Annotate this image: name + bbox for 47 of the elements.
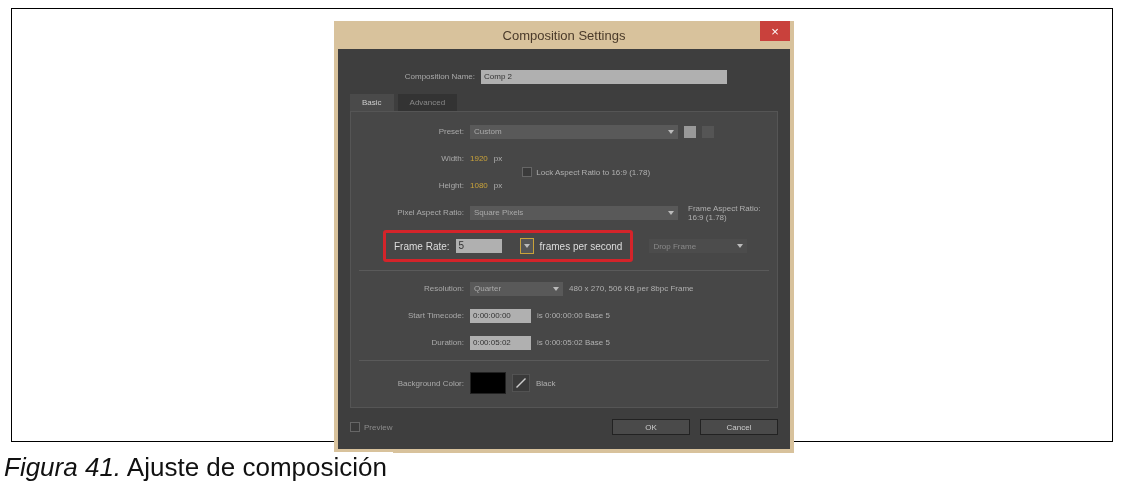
start-timecode-field[interactable]: 0:00:00:00 bbox=[470, 308, 531, 323]
frame-aspect-value: 16:9 (1.78) bbox=[688, 212, 727, 222]
checkbox-label: Lock Aspect Ratio to 16:9 (1.78) bbox=[536, 167, 651, 177]
caret-icon bbox=[553, 286, 559, 291]
window-title: Composition Settings bbox=[502, 27, 626, 43]
unit-label: px bbox=[493, 154, 503, 163]
color-swatch[interactable] bbox=[470, 372, 506, 394]
height-value[interactable]: 1080 bbox=[470, 181, 488, 190]
field-label: Composition Name: bbox=[403, 72, 475, 81]
resolution-info: 480 x 270, 506 KB per 8bpc Frame bbox=[569, 284, 694, 293]
frame-rate-field[interactable]: 5 bbox=[455, 239, 502, 253]
field-label: Resolution: bbox=[422, 284, 464, 293]
resolution-dropdown[interactable]: Quarter bbox=[470, 281, 563, 296]
close-button[interactable]: × bbox=[760, 21, 790, 41]
field-label: Pixel Aspect Ratio: bbox=[396, 208, 464, 217]
caret-icon bbox=[668, 129, 674, 134]
width-value[interactable]: 1920 bbox=[470, 154, 488, 163]
duration-info: is 0:00:05:02 Base 5 bbox=[537, 338, 610, 347]
dialog-button[interactable]: OK bbox=[612, 419, 690, 435]
caret-icon bbox=[523, 244, 530, 248]
frame-aspect-label: Frame Aspect Ratio: bbox=[688, 203, 761, 213]
name-field[interactable]: Comp 2 bbox=[481, 69, 727, 84]
unit-label: frames per second bbox=[539, 240, 623, 252]
duration-field[interactable]: 0:00:05:02 bbox=[470, 335, 531, 350]
eyedropper-icon[interactable] bbox=[512, 374, 530, 392]
unit-label: px bbox=[493, 181, 503, 190]
field-label: Width: bbox=[440, 154, 464, 163]
caret-icon bbox=[737, 244, 744, 248]
preset-dropdown[interactable]: Custom bbox=[470, 124, 678, 139]
dialog-button[interactable]: Cancel bbox=[700, 419, 778, 435]
field-label: Height: bbox=[437, 181, 464, 190]
field-label: Duration: bbox=[430, 338, 464, 347]
field-label: Preset: bbox=[437, 127, 464, 136]
checkbox[interactable] bbox=[350, 422, 360, 432]
dropdown-button[interactable] bbox=[519, 238, 534, 254]
checkbox[interactable] bbox=[522, 167, 533, 177]
timecode-info: is 0:00:00:00 Base 5 bbox=[537, 311, 610, 320]
tab[interactable]: Advanced bbox=[397, 94, 458, 111]
checkbox-label: Preview bbox=[364, 422, 393, 432]
color-name: Black bbox=[536, 378, 556, 388]
caret-icon bbox=[668, 210, 674, 215]
pixel-aspect-dropdown[interactable]: Square Pixels bbox=[470, 205, 678, 220]
tab[interactable]: Basic bbox=[350, 94, 394, 111]
field-label: Frame Rate: bbox=[394, 240, 450, 252]
figure-caption: Figura 41. Ajuste de composición bbox=[4, 452, 393, 483]
field-label: Start Timecode: bbox=[406, 311, 464, 320]
field-label: Background Color: bbox=[396, 378, 464, 388]
